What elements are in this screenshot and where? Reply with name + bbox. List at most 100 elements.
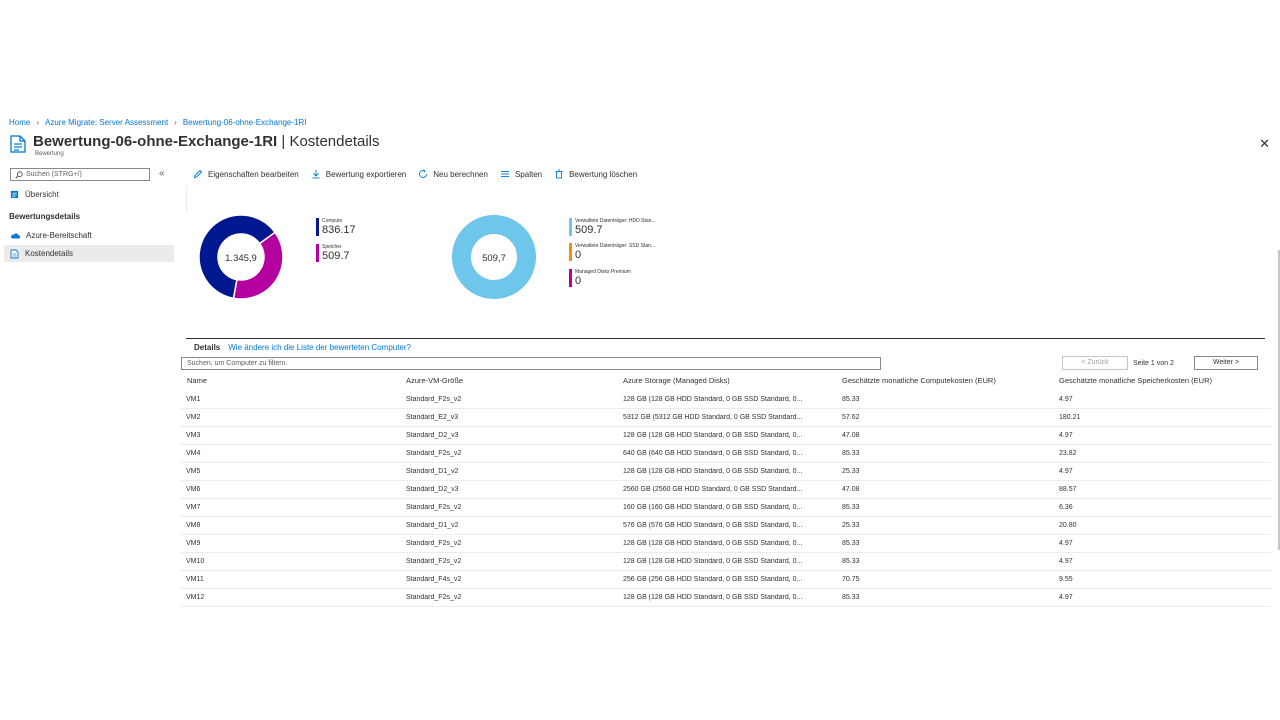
vm-name-cell: VM8: [186, 522, 201, 529]
close-icon[interactable]: ✕: [1259, 136, 1270, 152]
vm-name-cell: VM9: [186, 540, 201, 547]
storage-cost-cell: 23.82: [1059, 450, 1077, 457]
vm-size-cell: Standard_F2s_v2: [406, 450, 462, 457]
compute-cost-cell: 70.75: [842, 576, 860, 583]
vm-size-cell: Standard_F2s_v2: [406, 540, 462, 547]
vm-size-cell: Standard_D2_v3: [406, 432, 459, 439]
compute-cost-cell: 25.33: [842, 522, 860, 529]
column-header-compute-cost[interactable]: Geschätzte monatliche Computekosten (EUR…: [842, 376, 996, 385]
table-row[interactable]: VM2 Standard_E2_v3 5312 GB (5312 GB HDD St…: [181, 409, 1271, 427]
vm-size-cell: Standard_F2s_v2: [406, 396, 462, 403]
storage-cost-cell: 20.80: [1059, 522, 1077, 529]
title-separator: |: [277, 133, 290, 150]
columns-icon: [500, 171, 509, 177]
storage-cell: 128 GB (128 GB HDD Standard, 0 GB SSD St…: [623, 432, 803, 439]
compute-cost-donut-chart: 1.345,9: [198, 215, 284, 300]
legend-item-managed-premium: Managed Disks Premium 0: [569, 269, 631, 287]
storage-cell: 5312 GB (5312 GB HDD Standard, 0 GB SSD …: [623, 414, 803, 421]
sidebar-section-heading: Bewertungsdetails: [9, 212, 81, 221]
delete-assessment-button[interactable]: Bewertung löschen: [554, 169, 637, 179]
breadcrumb-home[interactable]: Home: [9, 118, 30, 127]
overview-icon: [10, 190, 19, 199]
column-header-name[interactable]: Name: [187, 376, 207, 385]
table-row[interactable]: VM4 Standard_F2s_v2 640 GB (640 GB HDD Sta…: [181, 445, 1271, 463]
legend-label: Managed Disks Premium: [575, 269, 631, 275]
table-row[interactable]: VM9 Standard_F2s_v2 128 GB (128 GB HDD Sta…: [181, 535, 1271, 553]
collapse-sidebar-icon[interactable]: «: [159, 168, 165, 179]
vm-name-cell: VM1: [186, 396, 201, 403]
table-row[interactable]: VM5 Standard_D1_v2 128 GB (128 GB HDD Stan…: [181, 463, 1271, 481]
page-title-main: Bewertung-06-ohne-Exchange-1RI: [33, 133, 278, 150]
table-row[interactable]: VM7 Standard_F2s_v2 160 GB (160 GB HDD Sta…: [181, 499, 1271, 517]
next-page-button[interactable]: Weiter >: [1194, 356, 1258, 370]
export-assessment-label: Bewertung exportieren: [325, 169, 407, 179]
legend-swatch-premium: [569, 269, 572, 287]
sidebar-item-cost-details[interactable]: Kostendetails: [4, 245, 174, 262]
vm-size-cell: Standard_D1_v2: [406, 468, 459, 475]
page-header: Bewertung-06-ohne-Exchange-1RI | Kostend…: [10, 133, 380, 153]
legend-label: Verwaltete Datenträger: SSD Stan...: [575, 243, 656, 249]
storage-cell: 128 GB (128 GB HDD Standard, 0 GB SSD St…: [623, 468, 803, 475]
export-assessment-button[interactable]: Bewertung exportieren: [311, 169, 407, 179]
vm-size-cell: Standard_E2_v3: [406, 414, 459, 421]
table-row[interactable]: VM6 Standard_D2_v3 2560 GB (2560 GB HDD St…: [181, 481, 1271, 499]
change-computers-link[interactable]: Wie ändere ich die Liste der bewerteten …: [228, 343, 411, 352]
table-row[interactable]: VM1 Standard_F2s_v2 128 GB (128 GB HDD Sta…: [181, 391, 1271, 409]
compute-cost-cell: 47.08: [842, 432, 860, 439]
vm-name-cell: VM2: [186, 414, 201, 421]
storage-cost-cell: 88.57: [1059, 486, 1077, 493]
details-divider: [186, 338, 1265, 339]
breadcrumb-server-assessment[interactable]: Azure Migrate: Server Assessment: [45, 118, 168, 127]
storage-cell: 2560 GB (2560 GB HDD Standard, 0 GB SSD …: [623, 486, 803, 493]
breadcrumb-assessment[interactable]: Bewertung-06-ohne-Exchange-1RI: [183, 118, 307, 127]
compute-cost-cell: 57.62: [842, 414, 860, 421]
edit-properties-button[interactable]: Eigenschaften bearbeiten: [193, 169, 299, 179]
chevron-right-icon: ›: [174, 118, 177, 127]
filter-placeholder: Suchen, um Computer zu filtern.: [187, 360, 288, 367]
vm-name-cell: VM6: [186, 486, 201, 493]
columns-button[interactable]: Spalten: [500, 169, 542, 179]
legend-swatch-ssd: [569, 243, 572, 261]
table-row[interactable]: VM12 Standard_F2s_v2 128 GB (128 GB HDD St…: [181, 589, 1271, 607]
sidebar-item-overview[interactable]: Übersicht: [4, 186, 174, 203]
storage-cell: 640 GB (640 GB HDD Standard, 0 GB SSD St…: [623, 450, 803, 457]
compute-cost-cell: 25.33: [842, 468, 860, 475]
table-row[interactable]: VM11 Standard_F4s_v2 256 GB (256 GB HDD St…: [181, 571, 1271, 589]
delete-icon: [555, 169, 563, 179]
storage-cell: 256 GB (256 GB HDD Standard, 0 GB SSD St…: [623, 576, 803, 583]
vm-name-cell: VM3: [186, 432, 201, 439]
storage-cost-donut-chart: 509,7: [452, 215, 536, 299]
compute-cost-cell: 85.33: [842, 594, 860, 601]
storage-cost-cell: 4.97: [1059, 432, 1073, 439]
computer-filter-input[interactable]: Suchen, um Computer zu filtern.: [181, 357, 881, 370]
table-row[interactable]: VM10 Standard_F2s_v2 128 GB (128 GB HDD St…: [181, 553, 1271, 571]
edit-properties-label: Eigenschaften bearbeiten: [208, 169, 299, 179]
previous-page-button[interactable]: < Zurück: [1062, 356, 1128, 370]
table-row[interactable]: VM8 Standard_D1_v2 576 GB (576 GB HDD Stan…: [181, 517, 1271, 535]
column-header-storage[interactable]: Azure Storage (Managed Disks): [623, 376, 730, 385]
details-tab[interactable]: Details: [194, 343, 220, 352]
recalculate-button[interactable]: Neu berechnen: [418, 169, 488, 179]
storage-cost-cell: 4.97: [1059, 468, 1073, 475]
compute-cost-cell: 47.08: [842, 486, 860, 493]
storage-cell: 576 GB (576 GB HDD Standard, 0 GB SSD St…: [623, 522, 803, 529]
compute-cost-cell: 85.33: [842, 540, 860, 547]
delete-assessment-label: Bewertung löschen: [569, 169, 638, 179]
vm-size-cell: Standard_D2_v3: [406, 486, 459, 493]
column-header-vm-size[interactable]: Azure-VM-Größe: [406, 376, 463, 385]
sidebar-search-input[interactable]: Suchen (STRG+/): [10, 168, 150, 181]
divider: [186, 186, 187, 212]
legend-swatch-compute: [316, 218, 319, 236]
sidebar-item-label: Azure-Bereitschaft: [26, 231, 92, 240]
page-indicator: Seite 1 von 2: [1133, 360, 1174, 367]
legend-swatch-hdd: [569, 218, 572, 236]
column-header-storage-cost[interactable]: Geschätzte monatliche Speicherkosten (EU…: [1059, 376, 1212, 385]
sidebar-item-azure-readiness[interactable]: Azure-Bereitschaft: [4, 227, 174, 244]
chevron-right-icon: ›: [36, 118, 40, 127]
vm-name-cell: VM12: [186, 594, 205, 601]
legend-swatch-storage: [316, 244, 319, 262]
table-row[interactable]: VM3 Standard_D2_v3 128 GB (128 GB HDD Stan…: [181, 427, 1271, 445]
storage-donut-center-value: 509,7: [482, 253, 506, 264]
compute-cost-cell: 85.33: [842, 396, 860, 403]
legend-item-hdd-standard: Verwaltete Datenträger: HDD Stan... 509.…: [569, 218, 656, 236]
